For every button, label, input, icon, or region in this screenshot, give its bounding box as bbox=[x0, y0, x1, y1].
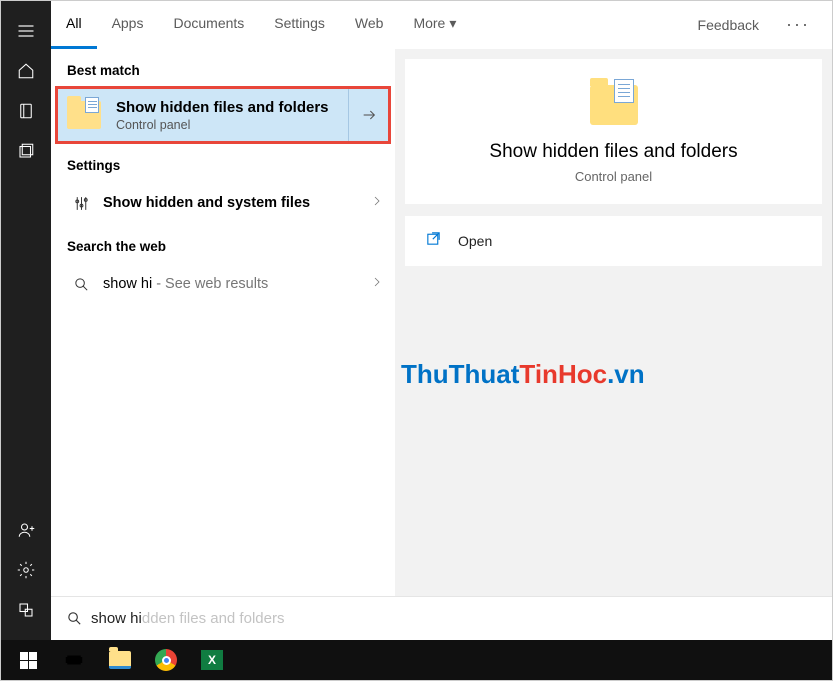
search-icon bbox=[67, 276, 95, 293]
search-icon bbox=[57, 610, 91, 627]
settings-result[interactable]: Show hidden and system files bbox=[51, 181, 395, 225]
home-icon[interactable] bbox=[1, 51, 51, 91]
tab-settings[interactable]: Settings bbox=[259, 1, 340, 49]
excel-icon: X bbox=[201, 650, 223, 670]
search-web-heading: Search the web bbox=[51, 225, 395, 262]
sliders-icon bbox=[67, 195, 95, 212]
tab-more[interactable]: More▾ bbox=[398, 1, 471, 49]
settings-icon[interactable] bbox=[1, 550, 51, 590]
search-panel: All Apps Documents Settings Web More▾ Fe… bbox=[51, 1, 832, 640]
search-input[interactable] bbox=[91, 597, 832, 640]
open-action[interactable]: Open bbox=[405, 216, 822, 266]
tab-apps[interactable]: Apps bbox=[97, 1, 159, 49]
results-list: Best match Show hidden files and folders… bbox=[51, 49, 395, 596]
feedback-icon[interactable] bbox=[1, 590, 51, 630]
best-match-item[interactable]: Show hidden files and folders Control pa… bbox=[55, 86, 391, 144]
preview-card: Show hidden files and folders Control pa… bbox=[405, 59, 822, 204]
best-match-title: Show hidden files and folders bbox=[116, 99, 348, 116]
web-result-label: show hi - See web results bbox=[95, 276, 371, 292]
file-explorer-taskbar[interactable] bbox=[97, 640, 143, 680]
folder-icon bbox=[590, 85, 638, 125]
more-options-icon[interactable]: ··· bbox=[774, 14, 822, 35]
menu-icon[interactable] bbox=[1, 11, 51, 51]
open-icon bbox=[425, 230, 442, 252]
tab-bar: All Apps Documents Settings Web More▾ Fe… bbox=[51, 1, 832, 49]
chrome-icon bbox=[155, 649, 177, 671]
collections-icon[interactable] bbox=[1, 131, 51, 171]
windows-logo-icon bbox=[20, 652, 37, 669]
expand-arrow-icon[interactable] bbox=[348, 89, 388, 141]
tab-all[interactable]: All bbox=[51, 1, 97, 49]
preview-pane: Show hidden files and folders Control pa… bbox=[395, 49, 832, 596]
web-result[interactable]: show hi - See web results bbox=[51, 262, 395, 306]
task-view-button[interactable] bbox=[51, 640, 97, 680]
preview-title: Show hidden files and folders bbox=[489, 141, 737, 163]
cortana-sidebar bbox=[1, 1, 51, 640]
taskbar: X bbox=[1, 640, 832, 680]
excel-taskbar[interactable]: X bbox=[189, 640, 235, 680]
start-button[interactable] bbox=[5, 640, 51, 680]
chrome-taskbar[interactable] bbox=[143, 640, 189, 680]
chevron-right-icon bbox=[371, 194, 383, 212]
feedback-link[interactable]: Feedback bbox=[683, 17, 774, 33]
account-icon[interactable] bbox=[1, 510, 51, 550]
folder-icon bbox=[62, 93, 106, 137]
preview-subtitle: Control panel bbox=[575, 169, 652, 184]
best-match-subtitle: Control panel bbox=[116, 118, 348, 132]
settings-result-label: Show hidden and system files bbox=[95, 195, 371, 211]
chevron-right-icon bbox=[371, 275, 383, 293]
open-label: Open bbox=[458, 233, 492, 249]
file-explorer-icon bbox=[109, 651, 131, 669]
notebook-icon[interactable] bbox=[1, 91, 51, 131]
best-match-heading: Best match bbox=[51, 49, 395, 86]
tab-documents[interactable]: Documents bbox=[158, 1, 259, 49]
settings-heading: Settings bbox=[51, 144, 395, 181]
tab-web[interactable]: Web bbox=[340, 1, 399, 49]
search-bar: show hidden files and folders bbox=[51, 596, 832, 640]
